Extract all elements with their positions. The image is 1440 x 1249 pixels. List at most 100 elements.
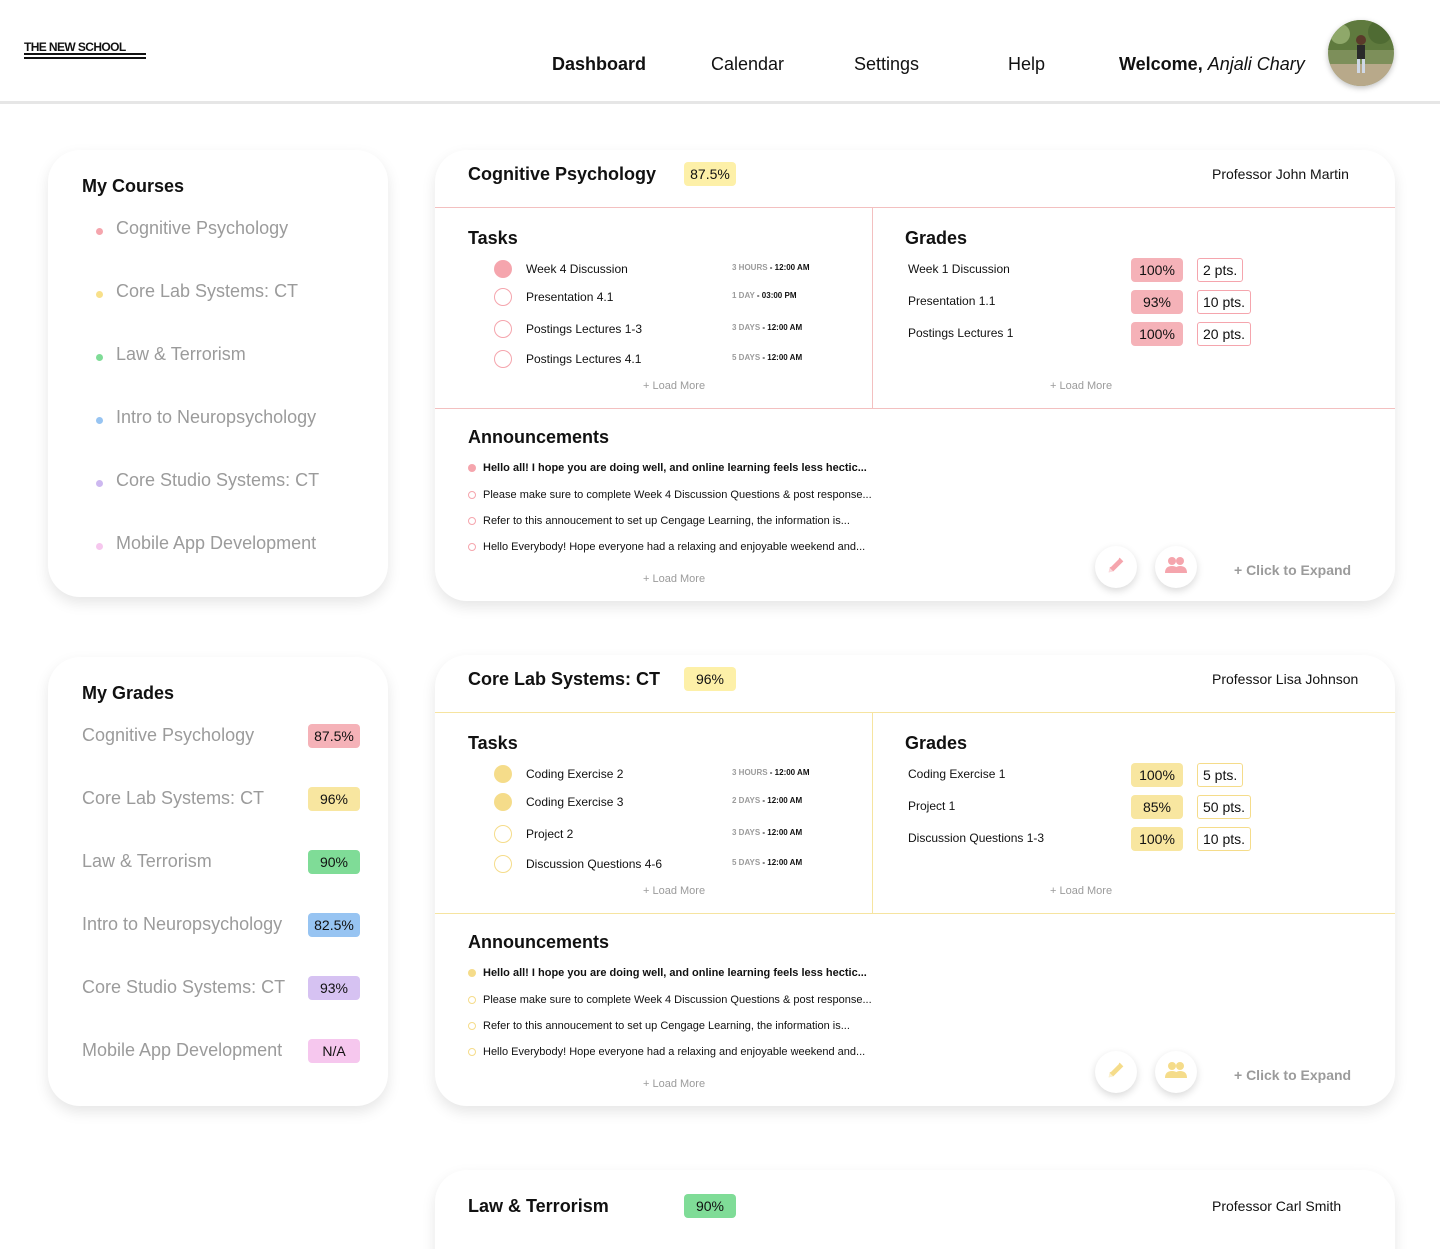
task-checkbox[interactable] (494, 288, 512, 306)
grade-item-percent: 85% (1131, 795, 1183, 819)
announcement-item[interactable]: Please make sure to complete Week 4 Disc… (483, 489, 872, 501)
divider (435, 207, 1395, 208)
edit-button[interactable] (1095, 1051, 1137, 1093)
task-name[interactable]: Project 2 (526, 827, 573, 841)
grade-item-name[interactable]: Discussion Questions 1-3 (908, 831, 1044, 845)
course-grade-badge: 96% (684, 667, 736, 691)
welcome-message: Welcome, Anjali Chary (1119, 54, 1305, 75)
pencil-icon (1105, 554, 1127, 581)
nav-help[interactable]: Help (1008, 54, 1045, 75)
announcement-dot (468, 464, 476, 472)
grade-item-name[interactable]: Project 1 (908, 799, 955, 813)
task-name[interactable]: Coding Exercise 2 (526, 767, 623, 781)
task-due-separator: - (754, 291, 762, 300)
task-due: 5 DAYS - 12:00 AM (732, 858, 802, 867)
task-due: 3 HOURS - 12:00 AM (732, 768, 810, 777)
grade-course-name[interactable]: Intro to Neuropsychology (82, 914, 282, 935)
nav-calendar[interactable]: Calendar (711, 54, 784, 75)
grades-load-more[interactable]: + Load More (1050, 885, 1112, 897)
course-link[interactable]: Intro to Neuropsychology (116, 407, 316, 428)
task-checkbox[interactable] (494, 320, 512, 338)
task-due: 5 DAYS - 12:00 AM (732, 353, 802, 362)
grade-badge: 96% (308, 787, 360, 811)
course-link[interactable]: Core Studio Systems: CT (116, 470, 319, 491)
grade-item-name[interactable]: Week 1 Discussion (908, 262, 1010, 276)
grade-item-points: 50 pts. (1197, 795, 1252, 819)
announcement-item[interactable]: Hello all! I hope you are doing well, an… (483, 967, 867, 979)
my-courses-panel: My Courses Cognitive Psychology Core Lab … (48, 150, 388, 597)
task-name[interactable]: Discussion Questions 4-6 (526, 857, 662, 871)
grade-course-name[interactable]: Mobile App Development (82, 1040, 282, 1061)
grade-course-name[interactable]: Cognitive Psychology (82, 725, 254, 746)
user-name: Anjali Chary (1207, 54, 1305, 74)
task-checkbox[interactable] (494, 765, 512, 783)
task-due-time: 12:00 AM (774, 263, 810, 272)
task-checkbox[interactable] (494, 825, 512, 843)
task-due: 2 DAYS - 12:00 AM (732, 796, 802, 805)
school-logo[interactable]: THE NEW SCHOOL (24, 40, 126, 54)
grade-item-name[interactable]: Postings Lectures 1 (908, 326, 1013, 340)
task-due-relative: 3 DAYS (732, 828, 761, 837)
edit-button[interactable] (1095, 546, 1137, 588)
tasks-load-more[interactable]: + Load More (643, 885, 705, 897)
tasks-title: Tasks (468, 228, 518, 248)
task-checkbox[interactable] (494, 793, 512, 811)
grades-load-more[interactable]: + Load More (1050, 380, 1112, 392)
task-due-time: 12:00 AM (767, 828, 803, 837)
task-name[interactable]: Coding Exercise 3 (526, 795, 623, 809)
grade-item-name[interactable]: Presentation 1.1 (908, 294, 995, 308)
announcement-item[interactable]: Hello all! I hope you are doing well, an… (483, 462, 867, 474)
my-grades-title: My Grades (82, 683, 175, 703)
course-link[interactable]: Law & Terrorism (116, 344, 246, 365)
course-link[interactable]: Core Lab Systems: CT (116, 281, 298, 302)
announcements-load-more[interactable]: + Load More (643, 573, 705, 585)
task-due-relative: 5 DAYS (732, 858, 761, 867)
course-link[interactable]: Cognitive Psychology (116, 218, 288, 239)
grade-item-percent: 93% (1131, 290, 1183, 314)
announcement-item[interactable]: Hello Everybody! Hope everyone had a rel… (483, 1046, 865, 1058)
announcement-dot (468, 1022, 476, 1030)
announcement-dot (468, 517, 476, 525)
task-due-relative: 5 DAYS (732, 353, 761, 362)
task-name[interactable]: Postings Lectures 1-3 (526, 322, 642, 336)
task-checkbox[interactable] (494, 260, 512, 278)
course-dot (96, 417, 103, 424)
task-checkbox[interactable] (494, 855, 512, 873)
task-checkbox[interactable] (494, 350, 512, 368)
grade-course-name[interactable]: Core Studio Systems: CT (82, 977, 285, 998)
classmates-button[interactable] (1155, 1051, 1197, 1093)
task-name[interactable]: Presentation 4.1 (526, 290, 613, 304)
announcement-dot (468, 491, 476, 499)
course-dot (96, 543, 103, 550)
expand-button[interactable]: + Click to Expand (1234, 562, 1351, 578)
grade-item-percent: 100% (1131, 763, 1183, 787)
expand-button[interactable]: + Click to Expand (1234, 1067, 1351, 1083)
grade-item-points: 10 pts. (1197, 827, 1252, 851)
announcement-item[interactable]: Hello Everybody! Hope everyone had a rel… (483, 541, 865, 553)
announcement-item[interactable]: Please make sure to complete Week 4 Disc… (483, 994, 872, 1006)
task-name[interactable]: Postings Lectures 4.1 (526, 352, 641, 366)
announcement-item[interactable]: Refer to this annoucement to set up Ceng… (483, 1020, 850, 1032)
grade-course-name[interactable]: Law & Terrorism (82, 851, 212, 872)
professor-name: Professor John Martin (1212, 166, 1349, 182)
course-title[interactable]: Core Lab Systems: CT (468, 669, 660, 690)
classmates-button[interactable] (1155, 546, 1197, 588)
course-card-core-lab-systems: Core Lab Systems: CT 96% Professor Lisa Jo… (435, 655, 1395, 1106)
grade-item-points: 20 pts. (1197, 322, 1252, 346)
logo-underline (24, 53, 146, 61)
nav-dashboard[interactable]: Dashboard (552, 54, 646, 75)
course-title[interactable]: Cognitive Psychology (468, 164, 656, 185)
task-name[interactable]: Week 4 Discussion (526, 262, 628, 276)
course-title[interactable]: Law & Terrorism (468, 1196, 609, 1217)
avatar[interactable] (1328, 20, 1394, 86)
course-link[interactable]: Mobile App Development (116, 533, 316, 554)
announcement-item[interactable]: Refer to this annoucement to set up Ceng… (483, 515, 850, 527)
divider (435, 913, 1395, 914)
tasks-load-more[interactable]: + Load More (643, 380, 705, 392)
grade-item-name[interactable]: Coding Exercise 1 (908, 767, 1005, 781)
nav-settings[interactable]: Settings (854, 54, 919, 75)
grade-course-name[interactable]: Core Lab Systems: CT (82, 788, 264, 809)
task-due-time: 12:00 AM (767, 796, 803, 805)
top-header: THE NEW SCHOOL Dashboard Calendar Settin… (0, 0, 1440, 104)
announcements-load-more[interactable]: + Load More (643, 1078, 705, 1090)
